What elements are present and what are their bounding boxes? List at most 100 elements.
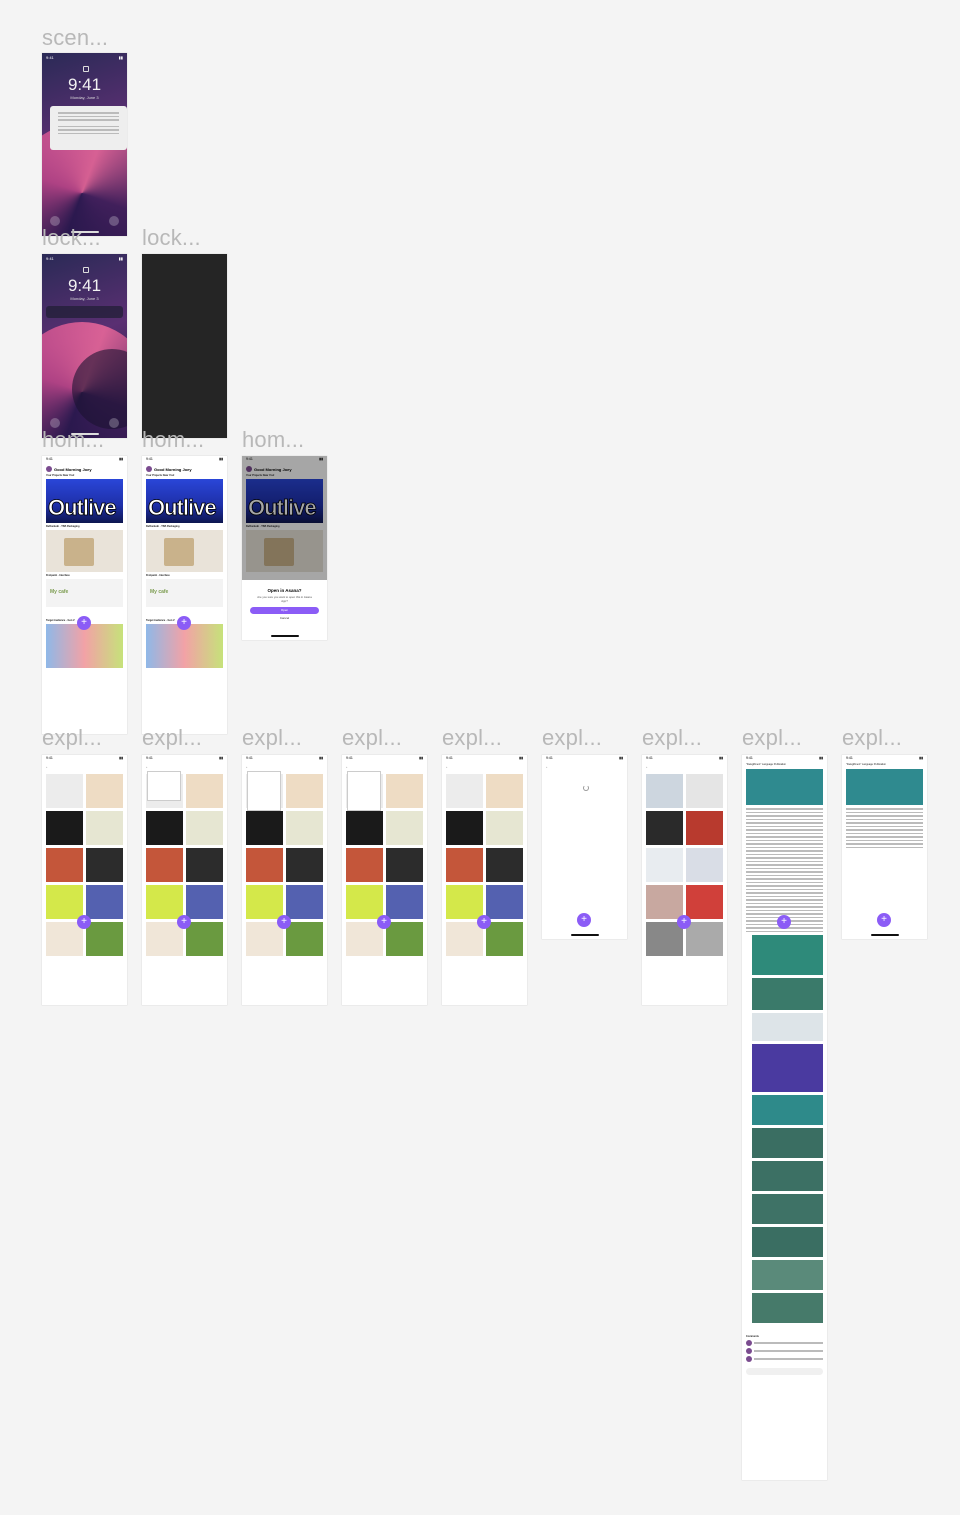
- frame-home-b[interactable]: 9:41 ▮▮ Good Morning Joey Your Projects N…: [142, 456, 227, 734]
- grid-tile[interactable]: [86, 811, 123, 845]
- avatar[interactable]: [746, 1340, 752, 1346]
- search-bar[interactable]: ⌕: [246, 764, 323, 770]
- grid-tile[interactable]: [646, 848, 683, 882]
- frame-explore-3[interactable]: 9:41 ▮▮ ⌕ +: [242, 755, 327, 1005]
- grid-tile[interactable]: [686, 774, 723, 808]
- grid-tile[interactable]: [346, 922, 383, 956]
- grid-tile[interactable]: [486, 774, 523, 808]
- frame-lock-a[interactable]: 9:41 ▮▮ 9:41 Monday, June 3: [42, 254, 127, 438]
- search-bar[interactable]: ⌕: [646, 764, 723, 770]
- project-card-cafe[interactable]: My cafe: [146, 579, 223, 607]
- frame-home-c[interactable]: 9:41 ▮▮ Good Morning Joey Your Projects N…: [242, 456, 327, 640]
- project-card-outlive[interactable]: Outlive: [146, 479, 223, 523]
- article-hero-image[interactable]: [746, 769, 823, 805]
- frame-explore-7[interactable]: 9:41 ▮▮ ⌕ +: [642, 755, 727, 1005]
- filter-dropdown[interactable]: [247, 771, 281, 811]
- search-bar[interactable]: ⌕: [46, 764, 123, 770]
- frame-lock-b[interactable]: [142, 254, 227, 438]
- grid-tile[interactable]: [386, 811, 423, 845]
- grid-tile[interactable]: [46, 922, 83, 956]
- grid-tile[interactable]: [86, 885, 123, 919]
- grid-tile[interactable]: [286, 848, 323, 882]
- search-bar[interactable]: ⌕: [446, 764, 523, 770]
- filter-dropdown[interactable]: [147, 771, 181, 801]
- article-hero-image[interactable]: [846, 769, 923, 805]
- grid-tile[interactable]: [686, 811, 723, 845]
- grid-tile[interactable]: [46, 885, 83, 919]
- add-button[interactable]: +: [77, 616, 91, 630]
- grid-tile[interactable]: [346, 811, 383, 845]
- article-image[interactable]: [752, 1293, 823, 1323]
- grid-tile[interactable]: [86, 774, 123, 808]
- add-button[interactable]: +: [577, 913, 591, 927]
- project-card-packaging[interactable]: [146, 530, 223, 572]
- frame-explore-1[interactable]: 9:41 ▮▮ ⌕ +: [42, 755, 127, 1005]
- comment-input[interactable]: [746, 1368, 823, 1375]
- grid-tile[interactable]: [246, 885, 283, 919]
- grid-tile[interactable]: [486, 922, 523, 956]
- article-image[interactable]: [752, 1260, 823, 1290]
- grid-tile[interactable]: [646, 885, 683, 919]
- article-image[interactable]: [752, 1194, 823, 1224]
- grid-tile[interactable]: [386, 922, 423, 956]
- avatar[interactable]: [746, 1348, 752, 1354]
- add-button[interactable]: +: [277, 915, 291, 929]
- grid-tile[interactable]: [186, 811, 223, 845]
- add-button[interactable]: +: [177, 616, 191, 630]
- search-bar[interactable]: ⌕: [546, 764, 623, 770]
- grid-tile[interactable]: [246, 922, 283, 956]
- frame-explore-2[interactable]: 9:41 ▮▮ ⌕ +: [142, 755, 227, 1005]
- avatar[interactable]: [46, 466, 52, 472]
- cancel-button[interactable]: Cancel: [242, 616, 327, 620]
- grid-tile[interactable]: [386, 774, 423, 808]
- frame-explore-8[interactable]: 9:41 ▮▮ "Deleg8ment" Language Publication…: [742, 755, 827, 1480]
- grid-tile[interactable]: [186, 922, 223, 956]
- open-button[interactable]: Open: [250, 607, 319, 614]
- project-card-target[interactable]: [46, 624, 123, 668]
- grid-tile[interactable]: [486, 811, 523, 845]
- add-button[interactable]: +: [677, 915, 691, 929]
- grid-tile[interactable]: [246, 848, 283, 882]
- grid-tile[interactable]: [286, 885, 323, 919]
- grid-tile[interactable]: [646, 922, 683, 956]
- grid-tile[interactable]: [146, 922, 183, 956]
- add-button[interactable]: +: [377, 915, 391, 929]
- add-button[interactable]: +: [777, 915, 791, 929]
- frame-explore-6[interactable]: 9:41 ▮▮ ⌕ +: [542, 755, 627, 939]
- grid-tile[interactable]: [146, 811, 183, 845]
- grid-tile[interactable]: [186, 885, 223, 919]
- grid-tile[interactable]: [286, 774, 323, 808]
- camera-icon[interactable]: [109, 216, 119, 226]
- project-card-target[interactable]: [146, 624, 223, 668]
- notification-banner[interactable]: [46, 306, 123, 318]
- grid-tile[interactable]: [186, 774, 223, 808]
- grid-tile[interactable]: [246, 811, 283, 845]
- frame-scene[interactable]: 9:41 ▮▮ 9:41 Monday, June 3: [42, 53, 127, 236]
- grid-tile[interactable]: [446, 922, 483, 956]
- project-card-outlive[interactable]: Outlive: [46, 479, 123, 523]
- article-image[interactable]: [752, 1128, 823, 1158]
- grid-tile[interactable]: [346, 885, 383, 919]
- article-image[interactable]: [752, 1013, 823, 1041]
- grid-tile[interactable]: [646, 774, 683, 808]
- grid-tile[interactable]: [446, 811, 483, 845]
- grid-tile[interactable]: [386, 885, 423, 919]
- notification-card[interactable]: [50, 106, 127, 150]
- grid-tile[interactable]: [686, 848, 723, 882]
- camera-icon[interactable]: [109, 418, 119, 428]
- grid-tile[interactable]: [286, 922, 323, 956]
- frame-explore-9[interactable]: 9:41 ▮▮ "Deleg8ment" Language Publication…: [842, 755, 927, 939]
- grid-tile[interactable]: [46, 811, 83, 845]
- grid-tile[interactable]: [686, 922, 723, 956]
- grid-tile[interactable]: [486, 885, 523, 919]
- grid-tile[interactable]: [386, 848, 423, 882]
- grid-tile[interactable]: [146, 848, 183, 882]
- grid-tile[interactable]: [186, 848, 223, 882]
- grid-tile[interactable]: [46, 848, 83, 882]
- grid-tile[interactable]: [46, 774, 83, 808]
- project-card-cafe[interactable]: My cafe: [46, 579, 123, 607]
- frame-explore-5[interactable]: 9:41 ▮▮ ⌕ +: [442, 755, 527, 1005]
- search-bar[interactable]: ⌕: [146, 764, 223, 770]
- search-bar[interactable]: ⌕: [346, 764, 423, 770]
- frame-home-a[interactable]: 9:41 ▮▮ Good Morning Joey Your Projects N…: [42, 456, 127, 734]
